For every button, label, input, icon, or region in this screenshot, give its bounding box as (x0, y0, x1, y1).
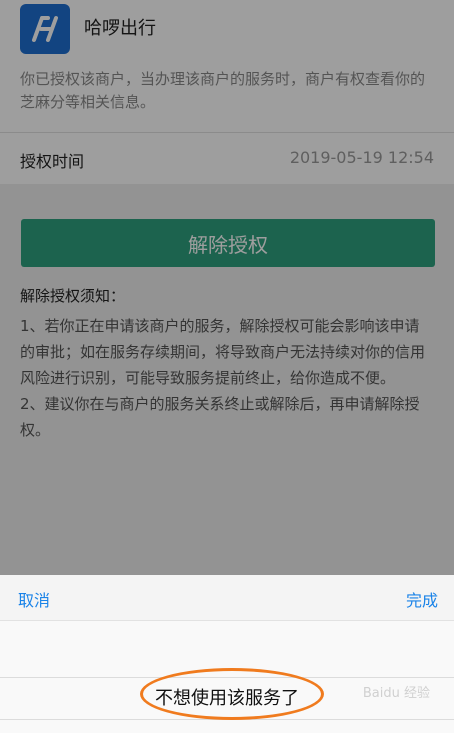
picker-toolbar: 取消 完成 (0, 575, 454, 621)
highlight-ellipse (140, 668, 324, 720)
done-button[interactable]: 完成 (406, 587, 438, 611)
cancel-button[interactable]: 取消 (18, 587, 50, 611)
watermark: Baidu 经验 (362, 686, 430, 701)
modal-overlay[interactable] (0, 0, 454, 575)
